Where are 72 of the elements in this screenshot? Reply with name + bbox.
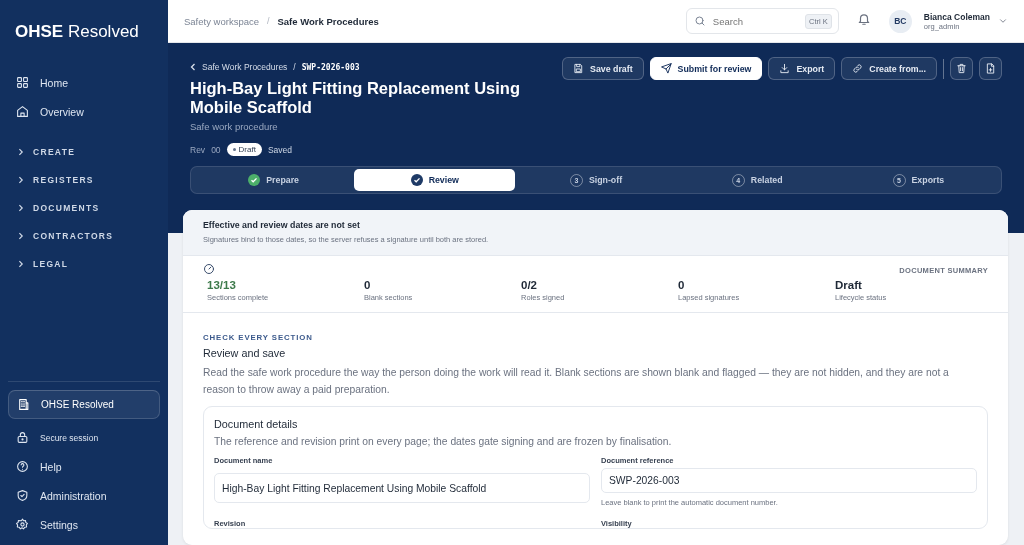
settings-icon	[16, 518, 29, 531]
text-field[interactable]: SWP-2026-003	[601, 468, 977, 493]
app-logo: OHSE Resolved	[14, 21, 140, 43]
banner-title: Effective and review dates are not set	[203, 220, 361, 230]
link-icon	[852, 63, 864, 74]
help-icon	[16, 460, 29, 473]
revision-label: Rev	[190, 144, 206, 155]
chevron-icon	[17, 148, 25, 156]
chevron-icon	[998, 16, 1008, 26]
back-link[interactable]: Safe Work Procedures	[202, 62, 288, 72]
page-title: High-Bay Light Fitting Replacement Using Mobile Scaffold	[190, 79, 521, 117]
stat-value: 0/2	[520, 279, 538, 291]
stat-value: 13/13	[206, 279, 237, 291]
action-button[interactable]: Save draft	[562, 57, 644, 80]
save-status: Saved	[267, 144, 293, 155]
grid-icon	[16, 76, 29, 89]
breadcrumb-link[interactable]: Safety workspace	[184, 15, 259, 27]
file-icon	[985, 63, 996, 74]
nav-group[interactable]: DOCUMENTS	[8, 194, 160, 222]
action-button[interactable]: Create from...	[841, 57, 937, 80]
check-icon	[410, 174, 423, 186]
document-reference: SWP-2026-003	[301, 62, 360, 72]
chevron-icon	[17, 176, 25, 184]
user-name: Bianca Coleman	[923, 11, 990, 22]
send-icon	[660, 63, 672, 74]
page-subtitle: Safe work procedure	[190, 121, 279, 132]
check-icon	[248, 174, 261, 186]
nav-item[interactable]: Help	[8, 452, 160, 481]
panel-description: The reference and revision print on every page; the dates gate signing and are frozen by finalisation.	[214, 436, 673, 447]
chevron-icon	[17, 232, 25, 240]
floppy-icon	[573, 63, 585, 74]
building-icon	[17, 398, 30, 411]
stat-value: 0	[363, 279, 372, 291]
revision-number: 00	[211, 144, 221, 155]
action-button[interactable]: Submit for review	[649, 57, 763, 80]
panel-title: Document details	[214, 418, 299, 430]
nav-item[interactable]: Home	[8, 68, 160, 97]
bell-icon	[856, 12, 871, 26]
chevron-icon	[17, 260, 25, 268]
breadcrumb-separator: /	[267, 16, 270, 26]
nav-group[interactable]: CREATE	[8, 138, 160, 166]
chevron-icon	[17, 204, 25, 212]
new-file-button[interactable]	[979, 57, 1002, 80]
step-tab[interactable]: Prepare	[193, 169, 355, 191]
status-badge: Draft	[226, 143, 262, 156]
breadcrumb-separator: /	[293, 62, 296, 72]
stat-value: Draft	[834, 279, 863, 291]
search-icon	[693, 15, 706, 27]
trash-icon	[956, 63, 967, 74]
nav-item[interactable]: Overview	[8, 97, 160, 126]
text-field[interactable]: High-Bay Light Fitting Replacement Using Mobile Scaffold	[214, 473, 590, 503]
user-avatar: BC	[888, 9, 912, 33]
nav-item[interactable]: Administration	[8, 481, 160, 510]
gauge-icon	[203, 263, 215, 275]
stat-value: 0	[677, 279, 686, 291]
delete-button[interactable]	[950, 57, 973, 80]
section-description: Read the safe work procedure the way the person doing the work will read it. Blank sections are shown blank and flagged — they are not hidden, and they are not a reason to throw away a paid preparation.	[203, 366, 950, 397]
step-tab[interactable]: Review	[354, 169, 516, 191]
chevron-icon	[190, 63, 196, 71]
shield-icon	[16, 489, 29, 502]
session-status: Secure session	[8, 423, 160, 452]
breadcrumb-link[interactable]: Safe Work Procedures	[277, 15, 379, 27]
lock-icon	[16, 431, 29, 444]
nav-group[interactable]: CONTRACTORS	[8, 222, 160, 250]
org-switcher[interactable]: OHSE Resolved	[8, 390, 160, 419]
nav-item[interactable]: Settings	[8, 510, 160, 539]
download-icon	[779, 63, 791, 74]
section-title: Review and save	[203, 347, 287, 359]
nav-group[interactable]: LEGAL	[8, 250, 160, 278]
nav-group[interactable]: REGISTERS	[8, 166, 160, 194]
house-icon	[16, 105, 29, 118]
action-button[interactable]: Export	[768, 57, 836, 80]
